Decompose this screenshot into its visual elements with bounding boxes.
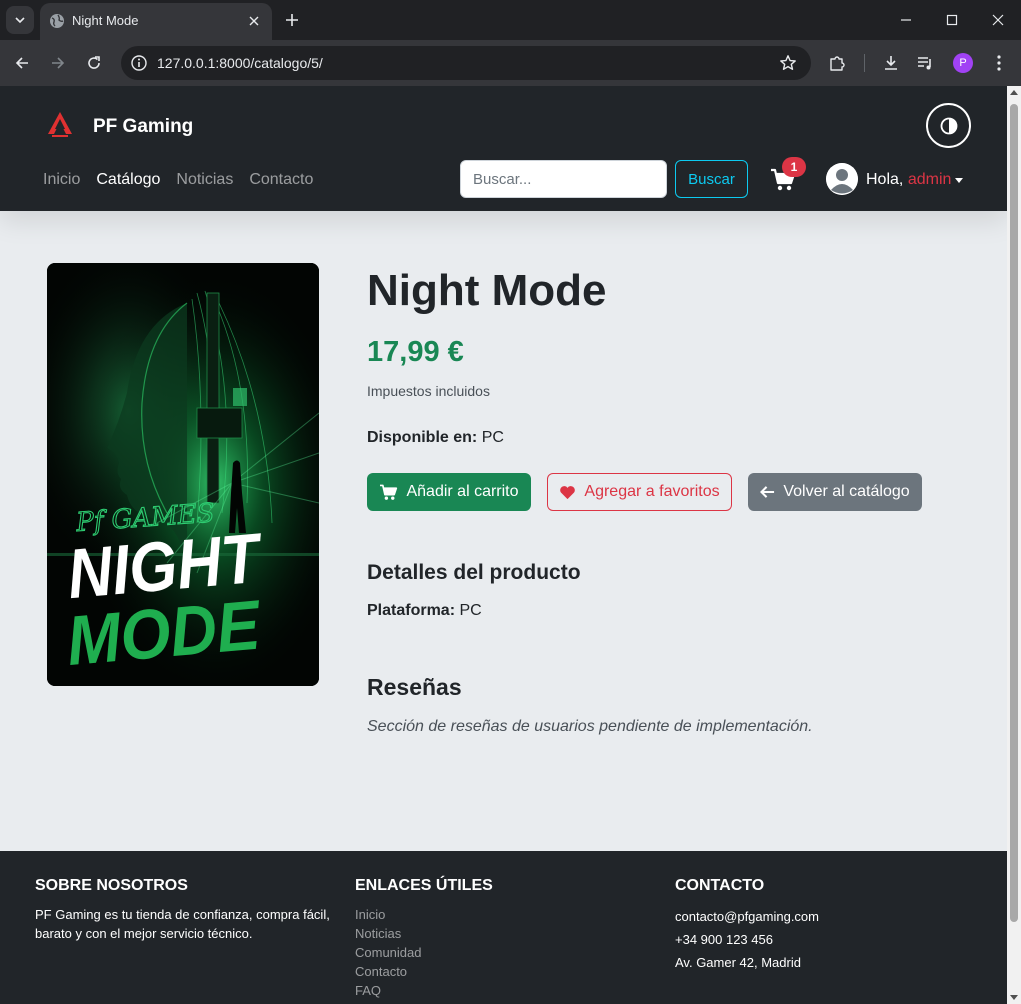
footer-links: ENLACES ÚTILES Inicio Noticias Comunidad… bbox=[355, 877, 493, 1000]
availability: Disponible en: PC bbox=[367, 429, 504, 447]
footer-contact: CONTACTO contacto@pfgaming.com +34 900 1… bbox=[675, 877, 819, 974]
media-controls-button[interactable] bbox=[914, 52, 936, 74]
scroll-down-arrow-icon[interactable] bbox=[1010, 995, 1018, 1000]
footer-link-comunidad[interactable]: Comunidad bbox=[355, 943, 493, 962]
chevron-down-icon bbox=[15, 17, 25, 24]
user-icon bbox=[826, 163, 858, 195]
globe-icon bbox=[50, 14, 64, 28]
download-icon bbox=[885, 56, 897, 70]
close-tab-icon[interactable] bbox=[245, 12, 263, 30]
platform-label: Plataforma: bbox=[367, 602, 456, 619]
extensions-button[interactable] bbox=[826, 52, 848, 74]
platform-value: PC bbox=[459, 602, 482, 619]
user-avatar[interactable] bbox=[826, 163, 858, 195]
back-to-catalog-button[interactable]: Volver al catálogo bbox=[748, 473, 922, 511]
footer-link-faq[interactable]: FAQ bbox=[355, 981, 493, 1000]
reload-icon bbox=[88, 56, 100, 69]
footer-address: Av. Gamer 42, Madrid bbox=[675, 955, 801, 970]
main-nav: Inicio Catálogo Noticias Contacto bbox=[43, 171, 313, 189]
product-price: 17,99 € bbox=[367, 336, 464, 368]
add-to-favorites-button[interactable]: Agregar a favoritos bbox=[547, 473, 732, 511]
platform-detail: Plataforma: PC bbox=[367, 602, 482, 620]
brand-logo-icon[interactable] bbox=[46, 110, 74, 138]
footer-link-contacto[interactable]: Contacto bbox=[355, 962, 493, 981]
add-to-cart-label: Añadir al carrito bbox=[406, 483, 519, 500]
more-vertical-icon bbox=[997, 55, 1001, 71]
product-cover-image: Pf GAMES NIGHT MODE bbox=[47, 263, 319, 686]
page-scrollbar[interactable] bbox=[1007, 86, 1021, 1004]
availability-value: PC bbox=[481, 429, 504, 446]
site-footer: SOBRE NOSOTROS PF Gaming es tu tienda de… bbox=[0, 851, 1007, 1004]
browser-toolbar: 127.0.0.1:8000/catalogo/5/ bbox=[0, 40, 1021, 86]
arrow-left-icon bbox=[760, 486, 775, 498]
footer-about: SOBRE NOSOTROS PF Gaming es tu tienda de… bbox=[35, 877, 335, 943]
cover-artwork bbox=[47, 263, 319, 686]
heart-icon bbox=[560, 485, 576, 499]
add-to-favorites-label: Agregar a favoritos bbox=[584, 483, 720, 500]
search-button[interactable]: Buscar bbox=[675, 160, 748, 198]
footer-links-heading: ENLACES ÚTILES bbox=[355, 877, 493, 894]
reviews-heading: Reseñas bbox=[367, 674, 462, 700]
bookmark-star-icon[interactable] bbox=[779, 54, 797, 72]
nav-link-inicio[interactable]: Inicio bbox=[43, 171, 80, 189]
toolbar-separator bbox=[864, 54, 865, 72]
scrollbar-thumb[interactable] bbox=[1010, 104, 1018, 922]
reviews-placeholder-text: Sección de reseñas de usuarios pendiente… bbox=[367, 718, 813, 735]
footer-phone: +34 900 123 456 bbox=[675, 932, 773, 947]
minimize-icon bbox=[901, 19, 911, 21]
greeting-text: Hola, bbox=[866, 171, 904, 188]
url-text[interactable]: 127.0.0.1:8000/catalogo/5/ bbox=[157, 55, 323, 71]
profile-avatar[interactable]: P bbox=[953, 53, 973, 73]
cart-count-badge: 1 bbox=[782, 157, 806, 177]
product-title: Night Mode bbox=[367, 266, 607, 315]
tax-note: Impuestos incluidos bbox=[367, 383, 490, 399]
close-icon bbox=[992, 14, 1004, 26]
close-window-button[interactable] bbox=[986, 8, 1010, 32]
nav-link-catalogo[interactable]: Catálogo bbox=[96, 171, 160, 189]
user-menu-toggle[interactable]: Hola, admin bbox=[866, 171, 951, 189]
arrow-right-icon bbox=[52, 57, 65, 69]
plus-icon bbox=[286, 14, 298, 26]
footer-link-noticias[interactable]: Noticias bbox=[355, 924, 493, 943]
playlist-icon bbox=[918, 57, 931, 70]
availability-label: Disponible en: bbox=[367, 429, 478, 446]
caret-down-icon[interactable] bbox=[955, 178, 963, 183]
browser-tab[interactable]: Night Mode bbox=[40, 3, 272, 40]
footer-email: contacto@pfgaming.com bbox=[675, 909, 819, 924]
reload-button[interactable] bbox=[81, 50, 107, 76]
footer-contact-heading: CONTACTO bbox=[675, 877, 765, 894]
cart-icon bbox=[380, 484, 398, 500]
address-bar[interactable]: 127.0.0.1:8000/catalogo/5/ bbox=[121, 46, 811, 80]
forward-button[interactable] bbox=[45, 50, 71, 76]
maximize-icon bbox=[946, 14, 958, 26]
username: admin bbox=[907, 171, 952, 188]
maximize-button[interactable] bbox=[940, 8, 964, 32]
footer-about-text: PF Gaming es tu tienda de confianza, com… bbox=[35, 907, 330, 941]
browser-menu-button[interactable] bbox=[988, 52, 1010, 74]
page-viewport: PF Gaming Inicio Catálogo Noticias Conta… bbox=[0, 86, 1007, 1004]
site-navbar: PF Gaming Inicio Catálogo Noticias Conta… bbox=[0, 86, 1007, 211]
scroll-up-arrow-icon[interactable] bbox=[1010, 90, 1018, 95]
footer-link-inicio[interactable]: Inicio bbox=[355, 905, 493, 924]
footer-about-heading: SOBRE NOSOTROS bbox=[35, 877, 188, 894]
contrast-icon bbox=[940, 117, 957, 134]
search-input[interactable] bbox=[460, 160, 667, 198]
tab-search-button[interactable] bbox=[6, 6, 34, 34]
details-heading: Detalles del producto bbox=[367, 561, 581, 584]
theme-toggle-button[interactable] bbox=[926, 103, 971, 148]
arrow-left-icon bbox=[15, 57, 28, 69]
browser-tab-bar: Night Mode bbox=[0, 0, 1021, 40]
brand-name[interactable]: PF Gaming bbox=[93, 116, 193, 138]
minimize-button[interactable] bbox=[894, 8, 918, 32]
downloads-button[interactable] bbox=[880, 52, 902, 74]
nav-link-noticias[interactable]: Noticias bbox=[176, 171, 233, 189]
add-to-cart-button[interactable]: Añadir al carrito bbox=[367, 473, 531, 511]
back-button[interactable] bbox=[9, 50, 35, 76]
tab-title: Night Mode bbox=[72, 13, 139, 28]
site-info-icon[interactable] bbox=[130, 54, 148, 72]
back-to-catalog-label: Volver al catálogo bbox=[783, 483, 910, 500]
new-tab-button[interactable] bbox=[281, 9, 303, 31]
nav-link-contacto[interactable]: Contacto bbox=[249, 171, 313, 189]
puzzle-icon bbox=[830, 56, 845, 71]
